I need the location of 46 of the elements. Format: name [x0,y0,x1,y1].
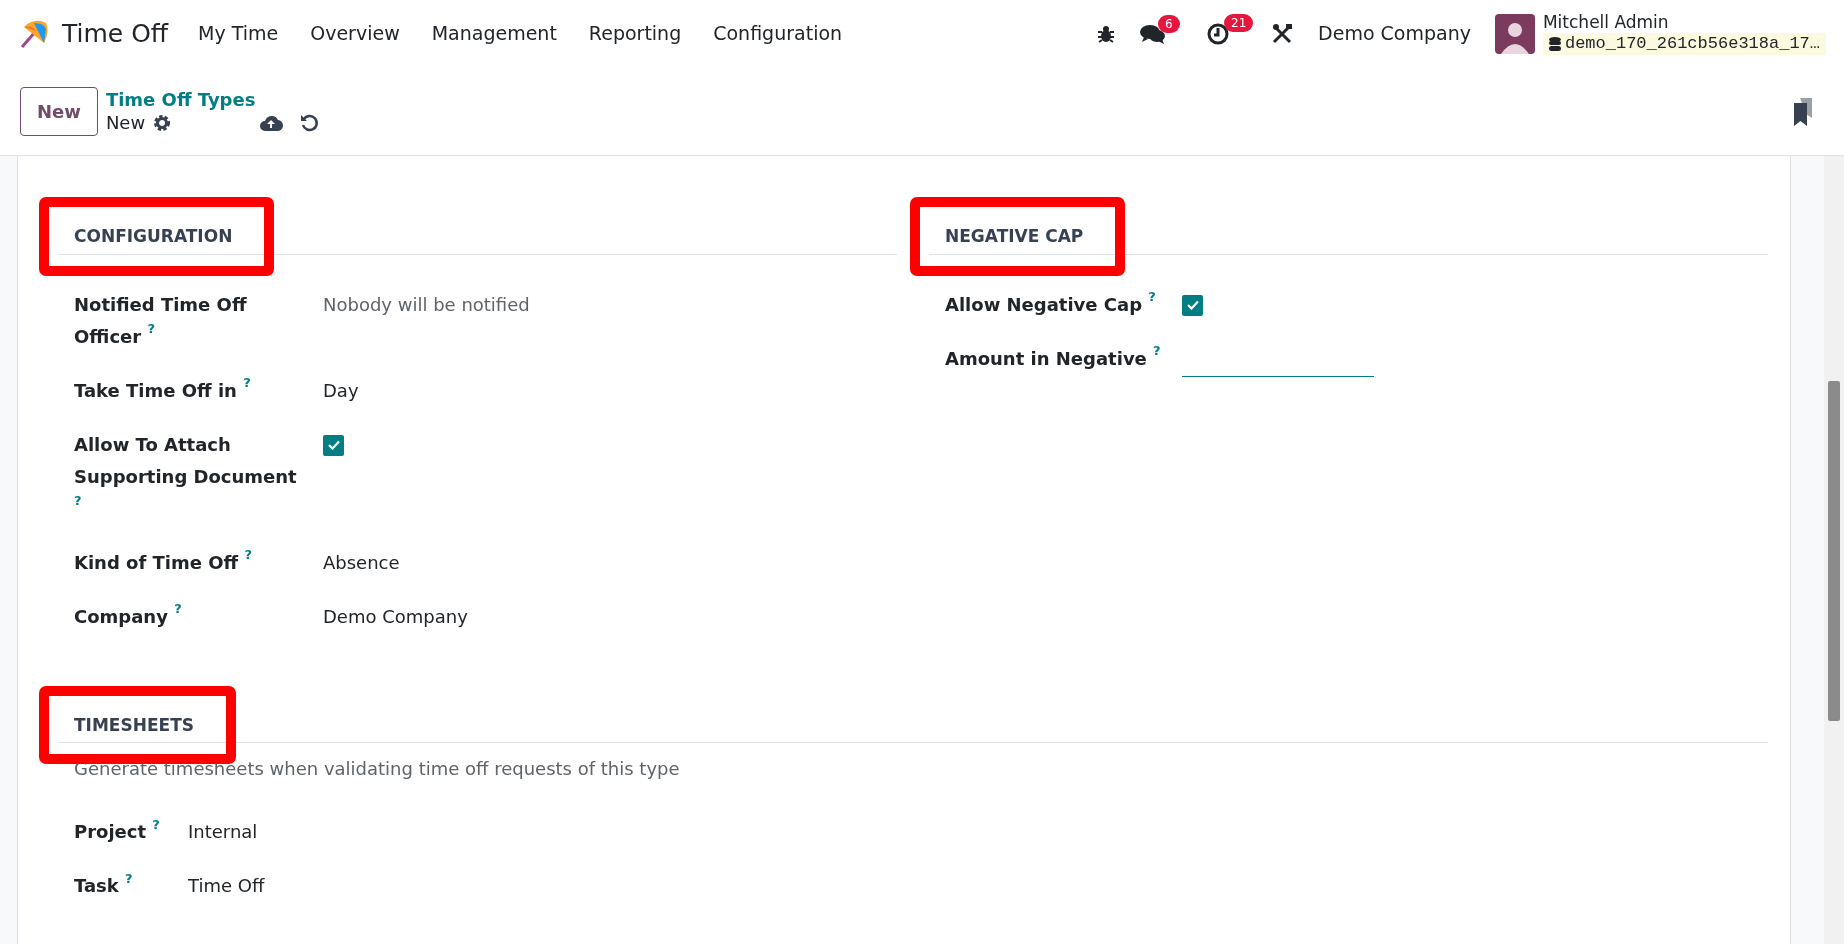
menu-item[interactable]: My Time [182,19,295,48]
gear-icon[interactable] [153,113,172,132]
field-value: Time Off [188,874,265,898]
checkbox[interactable] [1182,294,1203,316]
section-title: NEGATIVE CAP [929,224,1100,250]
field-label: Take Time Off in $^{?}$ [74,379,251,401]
field-value: Day [323,379,359,401]
field-label: Allow Negative Cap $^{?}$ [945,293,1156,315]
field-value: Nobody will be notified [323,293,530,315]
app-name[interactable]: Time Off [62,14,169,53]
user-avatar[interactable] [1494,13,1535,54]
field-value: Absence [323,551,400,573]
breadcrumb-link[interactable]: Time Off Types [105,89,320,112]
section-title: TIMESHEETS [58,712,210,738]
menu-item[interactable]: Configuration [697,19,859,48]
field-value: Demo Company [323,605,468,627]
bug-icon[interactable] [1096,23,1117,44]
field-value: Internal [188,820,258,844]
clock-icon[interactable] [1206,21,1231,46]
database-name: demo_170_261cb56e318a_17… [1564,33,1820,54]
discard-icon[interactable] [299,112,320,133]
field-label: Company $^{?}$ [74,605,182,627]
check-icon [1186,300,1199,310]
field-label: Task $^{?}$ [74,875,133,896]
chat-icon[interactable] [1140,22,1167,45]
menu-item[interactable]: Management [415,19,573,48]
record-name: New [105,111,146,134]
new-button[interactable]: New [20,87,98,136]
scrollbar-thumb[interactable] [1828,381,1840,721]
menu-item[interactable]: Overview [294,19,416,48]
database-icon [1548,36,1561,51]
check-icon [327,440,340,450]
field-label: Notified Time Off Officer $^{?}$ [74,293,247,347]
field-label: Amount in Negative $^{?}$ [945,347,1161,369]
field-label: Project $^{?}$ [74,821,160,842]
company-switcher[interactable]: Demo Company [1318,19,1471,48]
user-name[interactable]: Mitchell Admin [1542,12,1826,33]
menu-item[interactable]: Reporting [572,19,698,48]
checkbox[interactable] [323,434,344,456]
bookmark-icon[interactable] [1792,97,1814,126]
section-title: CONFIGURATION [58,224,249,250]
field-label: Kind of Time Off $^{?}$ [74,551,252,573]
message-count-badge: 6 [1158,14,1180,33]
activity-count-badge: 21 [1224,13,1254,32]
tools-icon[interactable] [1270,21,1295,46]
cloud-upload-icon[interactable] [259,113,284,132]
